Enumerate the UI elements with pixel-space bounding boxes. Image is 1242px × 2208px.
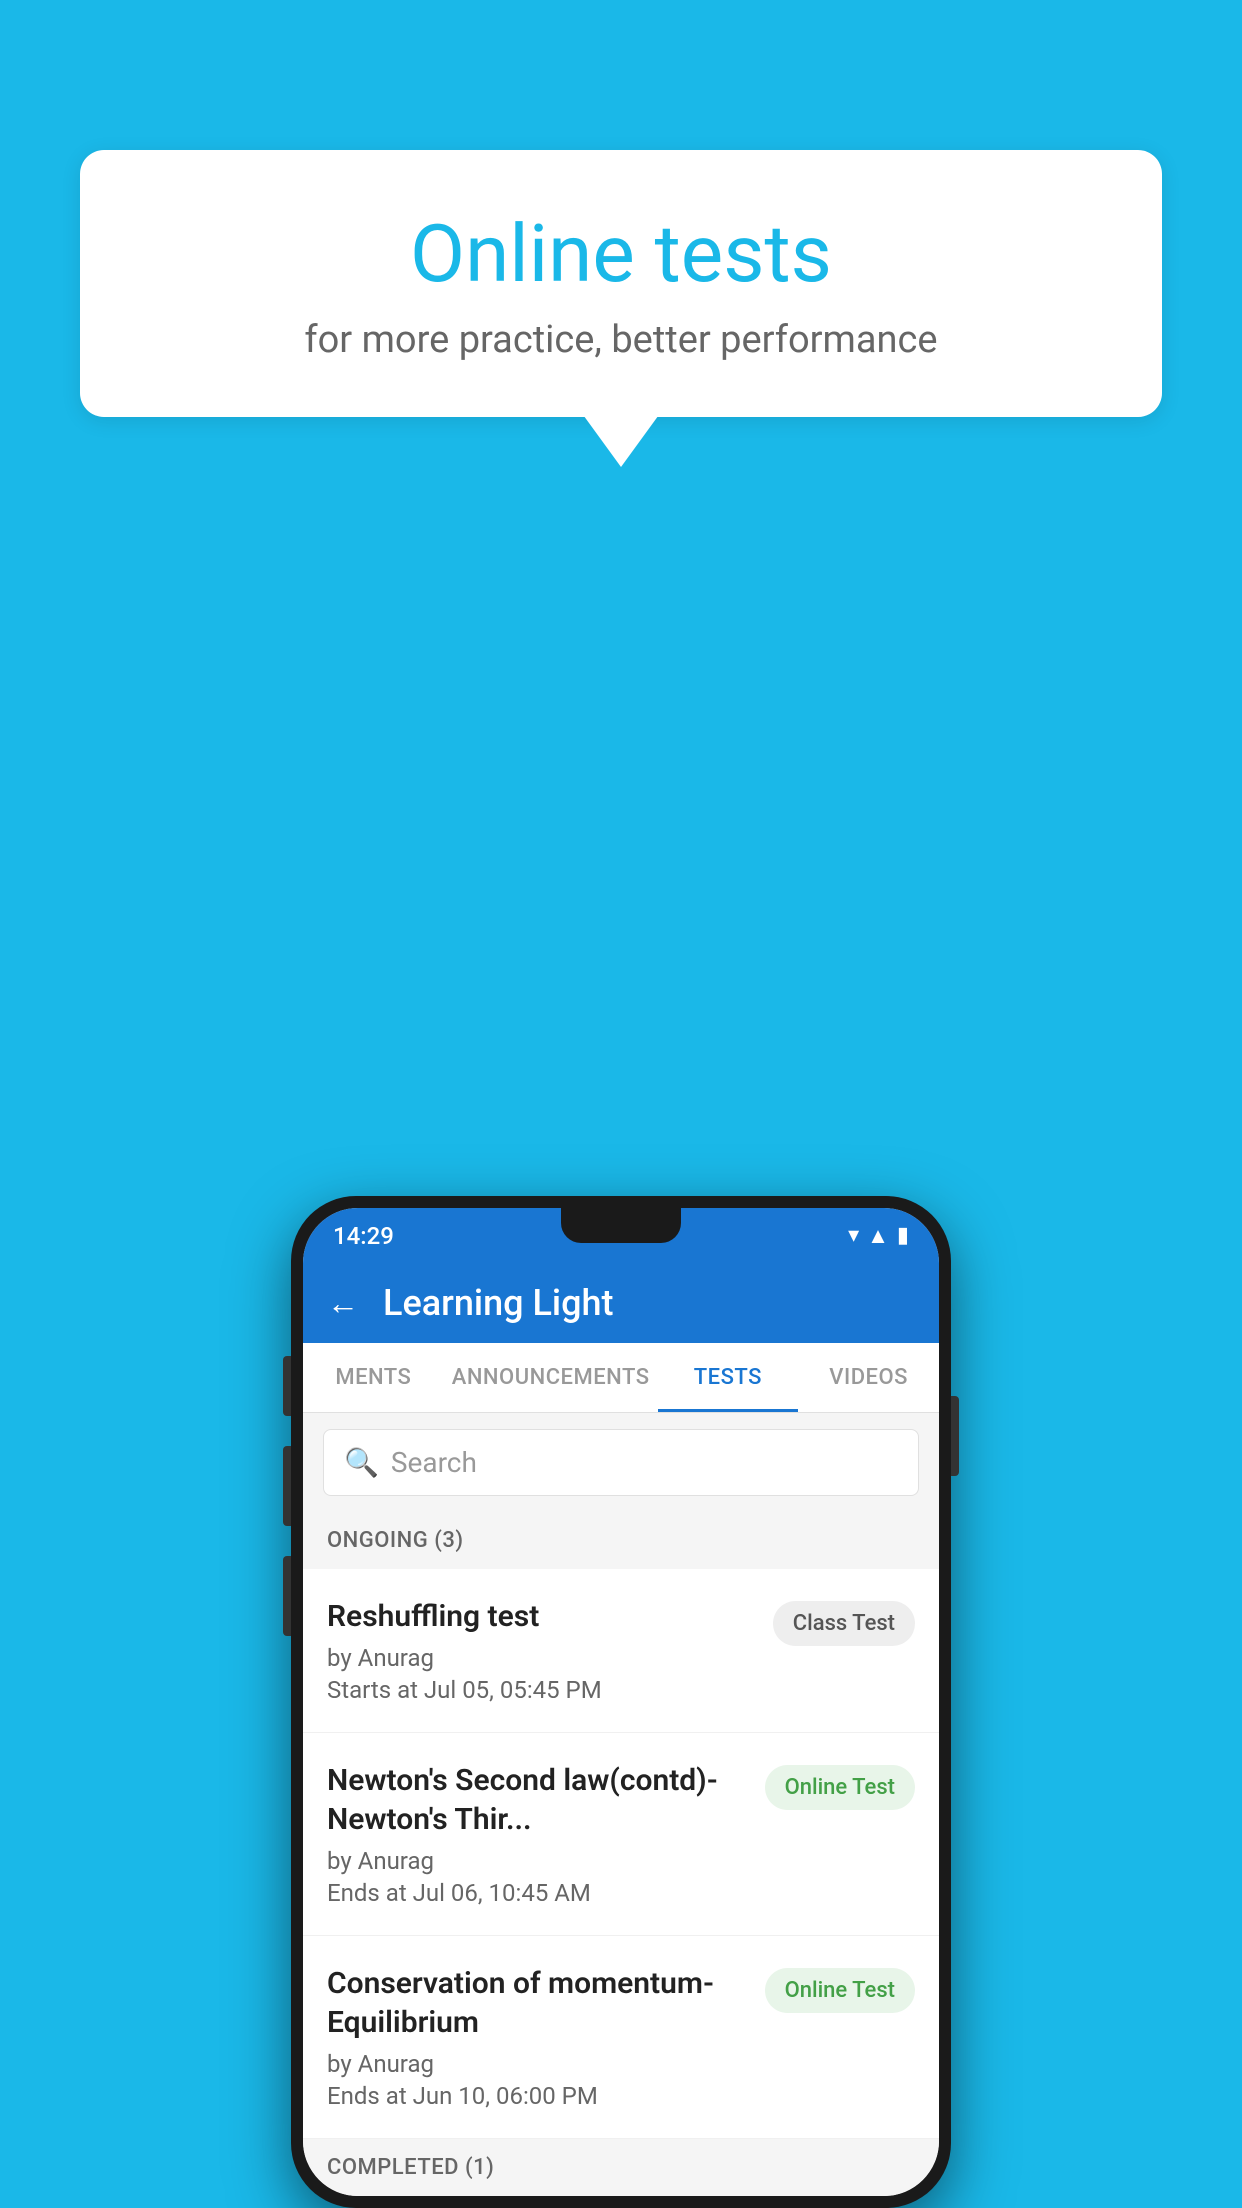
tab-tests[interactable]: TESTS bbox=[658, 1343, 799, 1412]
status-time: 14:29 bbox=[333, 1222, 394, 1250]
speech-bubble-container: Online tests for more practice, better p… bbox=[80, 150, 1162, 417]
search-container: 🔍 Search bbox=[303, 1413, 939, 1512]
test-by-2: by Anurag bbox=[327, 1847, 749, 1875]
phone-frame: 14:29 ▾ ▲ ▮ ← Learning Light MENTS ANNOU… bbox=[291, 1196, 951, 2208]
badge-3: Online Test bbox=[765, 1968, 915, 2013]
test-time-2: Ends at Jul 06, 10:45 AM bbox=[327, 1879, 749, 1907]
test-info-3: Conservation of momentum-Equilibrium by … bbox=[327, 1964, 749, 2110]
bubble-title: Online tests bbox=[160, 210, 1082, 298]
test-by-1: by Anurag bbox=[327, 1644, 757, 1672]
phone-screen: 14:29 ▾ ▲ ▮ ← Learning Light MENTS ANNOU… bbox=[303, 1208, 939, 2196]
test-time-3: Ends at Jun 10, 06:00 PM bbox=[327, 2082, 749, 2110]
tab-bar: MENTS ANNOUNCEMENTS TESTS VIDEOS bbox=[303, 1343, 939, 1413]
test-by-3: by Anurag bbox=[327, 2050, 749, 2078]
signal-icon: ▲ bbox=[867, 1223, 889, 1249]
test-time-1: Starts at Jul 05, 05:45 PM bbox=[327, 1676, 757, 1704]
tab-videos[interactable]: VIDEOS bbox=[798, 1343, 939, 1412]
phone-power-button bbox=[951, 1396, 959, 1476]
test-info-1: Reshuffling test by Anurag Starts at Jul… bbox=[327, 1597, 757, 1704]
speech-bubble: Online tests for more practice, better p… bbox=[80, 150, 1162, 417]
test-list: Reshuffling test by Anurag Starts at Jul… bbox=[303, 1569, 939, 2139]
test-item-2[interactable]: Newton's Second law(contd)-Newton's Thir… bbox=[303, 1733, 939, 1936]
badge-2: Online Test bbox=[765, 1765, 915, 1810]
test-info-2: Newton's Second law(contd)-Newton's Thir… bbox=[327, 1761, 749, 1907]
test-name-1: Reshuffling test bbox=[327, 1597, 757, 1636]
wifi-icon: ▾ bbox=[848, 1223, 859, 1248]
test-name-2: Newton's Second law(contd)-Newton's Thir… bbox=[327, 1761, 749, 1839]
battery-icon: ▮ bbox=[897, 1223, 909, 1248]
phone-silent-button bbox=[283, 1556, 291, 1636]
search-icon: 🔍 bbox=[344, 1446, 379, 1479]
back-button[interactable]: ← bbox=[327, 1284, 359, 1322]
ongoing-header: ONGOING (3) bbox=[303, 1512, 939, 1569]
search-input[interactable]: Search bbox=[391, 1446, 477, 1479]
phone-vol-down-button bbox=[283, 1446, 291, 1526]
completed-header: COMPLETED (1) bbox=[303, 2139, 939, 2196]
phone-vol-up-button bbox=[283, 1356, 291, 1416]
search-bar[interactable]: 🔍 Search bbox=[323, 1429, 919, 1496]
phone-notch bbox=[561, 1208, 681, 1243]
app-bar: ← Learning Light bbox=[303, 1263, 939, 1343]
test-item-1[interactable]: Reshuffling test by Anurag Starts at Jul… bbox=[303, 1569, 939, 1733]
status-icons: ▾ ▲ ▮ bbox=[848, 1223, 909, 1249]
tab-announcements[interactable]: ANNOUNCEMENTS bbox=[444, 1343, 658, 1412]
test-item-3[interactable]: Conservation of momentum-Equilibrium by … bbox=[303, 1936, 939, 2139]
test-name-3: Conservation of momentum-Equilibrium bbox=[327, 1964, 749, 2042]
app-title: Learning Light bbox=[383, 1282, 613, 1324]
phone-wrapper: 14:29 ▾ ▲ ▮ ← Learning Light MENTS ANNOU… bbox=[291, 1196, 951, 2208]
bubble-subtitle: for more practice, better performance bbox=[160, 318, 1082, 362]
tab-ments[interactable]: MENTS bbox=[303, 1343, 444, 1412]
badge-1: Class Test bbox=[773, 1601, 915, 1646]
